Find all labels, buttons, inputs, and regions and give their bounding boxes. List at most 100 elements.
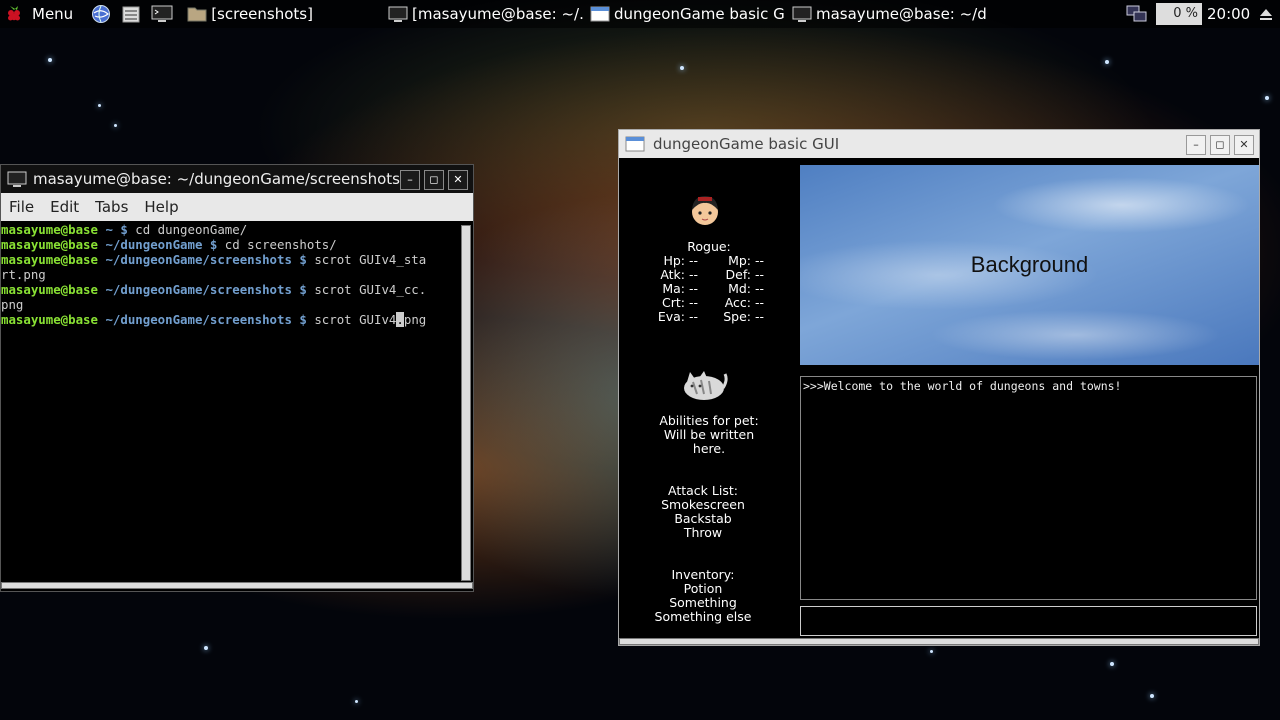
terminal-launcher-icon[interactable] <box>151 4 173 24</box>
taskbar-task-terminal-1[interactable]: [masayume@base: ~/... <box>388 5 584 23</box>
command-input[interactable] <box>800 606 1257 636</box>
clock[interactable]: 20:00 <box>1207 5 1250 23</box>
terminal-menubar: File Edit Tabs Help <box>1 193 473 221</box>
command-text: rt.png <box>1 267 46 282</box>
star <box>930 650 933 653</box>
cpu-label: 0 % <box>1173 6 1198 21</box>
stat-value: -- <box>689 309 699 324</box>
menu-file[interactable]: File <box>1 198 42 216</box>
command-text: cd dungeonGame/ <box>127 222 248 237</box>
raspberry-icon <box>6 5 22 23</box>
terminal-line: masayume@base ~/dungeonGame/screenshots … <box>1 312 459 327</box>
close-button[interactable]: ✕ <box>1234 135 1254 155</box>
command-text: png <box>403 312 427 327</box>
pet-abilities: Abilities for pet: Will be written here. <box>619 414 799 456</box>
terminal-titlebar[interactable]: masayume@base: ~/dungeonGame/screenshots… <box>1 165 473 193</box>
star <box>355 700 358 703</box>
task-label: masayume@base: ~/d... <box>816 5 988 23</box>
terminal-icon <box>792 5 812 23</box>
stats-grid: Hp: -- Mp: -- Atk: -- Def: -- Ma: -- Md: -- Crt: -… <box>619 254 799 324</box>
network-icon[interactable] <box>1126 4 1148 24</box>
prompt-path: ~/dungeonGame $ <box>97 237 218 252</box>
taskbar-task-game[interactable]: dungeonGame basic G... <box>590 5 786 23</box>
text-cursor: . <box>396 312 404 327</box>
maximize-button[interactable]: ◻ <box>1210 135 1230 155</box>
menu-button[interactable]: Menu <box>6 5 73 23</box>
inventory-item: Something else <box>654 609 752 624</box>
terminal-title: masayume@base: ~/dungeonGame/screenshots <box>33 170 400 188</box>
log-line: >>>Welcome to the world of dungeons and … <box>803 379 1122 393</box>
character-panel: Rogue: Hp: -- Mp: -- Atk: -- Def: -- Ma: -- Md: -… <box>619 240 799 324</box>
attack-list: Attack List: Smokescreen Backstab Throw <box>613 484 793 540</box>
stat-value: -- <box>689 295 699 310</box>
background-panel: Background <box>800 165 1259 365</box>
terminal-scrollbar[interactable] <box>461 225 471 581</box>
stat-value: -- <box>755 253 765 268</box>
menu-tabs[interactable]: Tabs <box>87 198 136 216</box>
stat-value: -- <box>689 281 699 296</box>
eject-icon[interactable] <box>1258 6 1274 22</box>
terminal-window: masayume@base: ~/dungeonGame/screenshots… <box>0 164 474 592</box>
terminal-output[interactable]: masayume@base ~ $ cd dungeonGame/masayum… <box>1 222 459 578</box>
stat-label: Acc: <box>724 295 751 310</box>
star <box>48 58 52 62</box>
prompt-user: masayume@base <box>1 282 98 297</box>
prompt-path: ~/dungeonGame/screenshots $ <box>97 312 307 327</box>
star <box>98 104 101 107</box>
prompt-user: masayume@base <box>1 312 98 327</box>
cpu-monitor: 0 % <box>1156 3 1202 25</box>
terminal-line: rt.png <box>1 267 459 282</box>
star <box>1110 662 1114 666</box>
prompt-user: masayume@base <box>1 222 98 237</box>
game-window: dungeonGame basic GUI – ◻ ✕ Rogue: Hp: --… <box>618 129 1260 646</box>
prompt-path: ~/dungeonGame/screenshots $ <box>97 282 307 297</box>
inventory-item: Something <box>669 595 737 610</box>
inventory-item: Potion <box>683 581 723 596</box>
game-titlebar[interactable]: dungeonGame basic GUI – ◻ ✕ <box>619 130 1259 158</box>
message-log[interactable]: >>>Welcome to the world of dungeons and … <box>800 376 1257 600</box>
stat-value: -- <box>689 253 699 268</box>
stat-value: -- <box>755 309 765 324</box>
minimize-button[interactable]: – <box>1186 135 1206 155</box>
inventory-list: Inventory: Potion Something Something el… <box>613 568 793 624</box>
folder-label: [screenshots] <box>211 5 313 23</box>
menu-edit[interactable]: Edit <box>42 198 87 216</box>
maximize-button[interactable]: ◻ <box>424 170 444 190</box>
taskbar-task-terminal-2[interactable]: masayume@base: ~/d... <box>792 5 988 23</box>
minimize-button[interactable]: – <box>400 170 420 190</box>
stat-value: -- <box>755 267 765 282</box>
attack-item: Throw <box>683 525 723 540</box>
star <box>1105 60 1109 64</box>
star <box>680 66 684 70</box>
pet-cat-icon <box>679 368 729 402</box>
close-button[interactable]: ✕ <box>448 170 468 190</box>
terminal-line: png <box>1 297 459 312</box>
task-label: dungeonGame basic G... <box>614 5 786 23</box>
prompt-path: ~ $ <box>97 222 128 237</box>
stat-value: -- <box>755 295 765 310</box>
stat-label: Eva: <box>657 309 685 324</box>
character-class: Rogue: <box>687 239 731 254</box>
stat-label: Def: <box>725 267 751 282</box>
star <box>204 646 208 650</box>
stat-label: Spe: <box>723 309 751 324</box>
menu-help[interactable]: Help <box>136 198 186 216</box>
terminal-line: masayume@base ~/dungeonGame $ cd screens… <box>1 237 459 252</box>
taskbar-folder-screenshots[interactable]: [screenshots] <box>187 5 313 23</box>
command-text: scrot GUIv4_cc. <box>306 282 427 297</box>
terminal-line: masayume@base ~/dungeonGame/screenshots … <box>1 282 459 297</box>
web-browser-icon[interactable] <box>91 4 111 24</box>
terminal-line: masayume@base ~/dungeonGame/screenshots … <box>1 252 459 267</box>
window-icon <box>590 5 610 23</box>
terminal-icon <box>7 170 27 188</box>
command-text: scrot GUIv4_sta <box>306 252 427 267</box>
terminal-hscrollbar[interactable] <box>1 582 473 589</box>
game-hscrollbar[interactable] <box>619 638 1259 645</box>
stat-value: -- <box>689 267 699 282</box>
pet-abilities-line: here. <box>692 441 726 456</box>
window-icon <box>625 135 645 153</box>
prompt-user: masayume@base <box>1 237 98 252</box>
pet-abilities-line: Abilities for pet: <box>659 413 759 428</box>
file-manager-icon[interactable] <box>121 4 141 24</box>
pet-abilities-line: Will be written <box>663 427 755 442</box>
